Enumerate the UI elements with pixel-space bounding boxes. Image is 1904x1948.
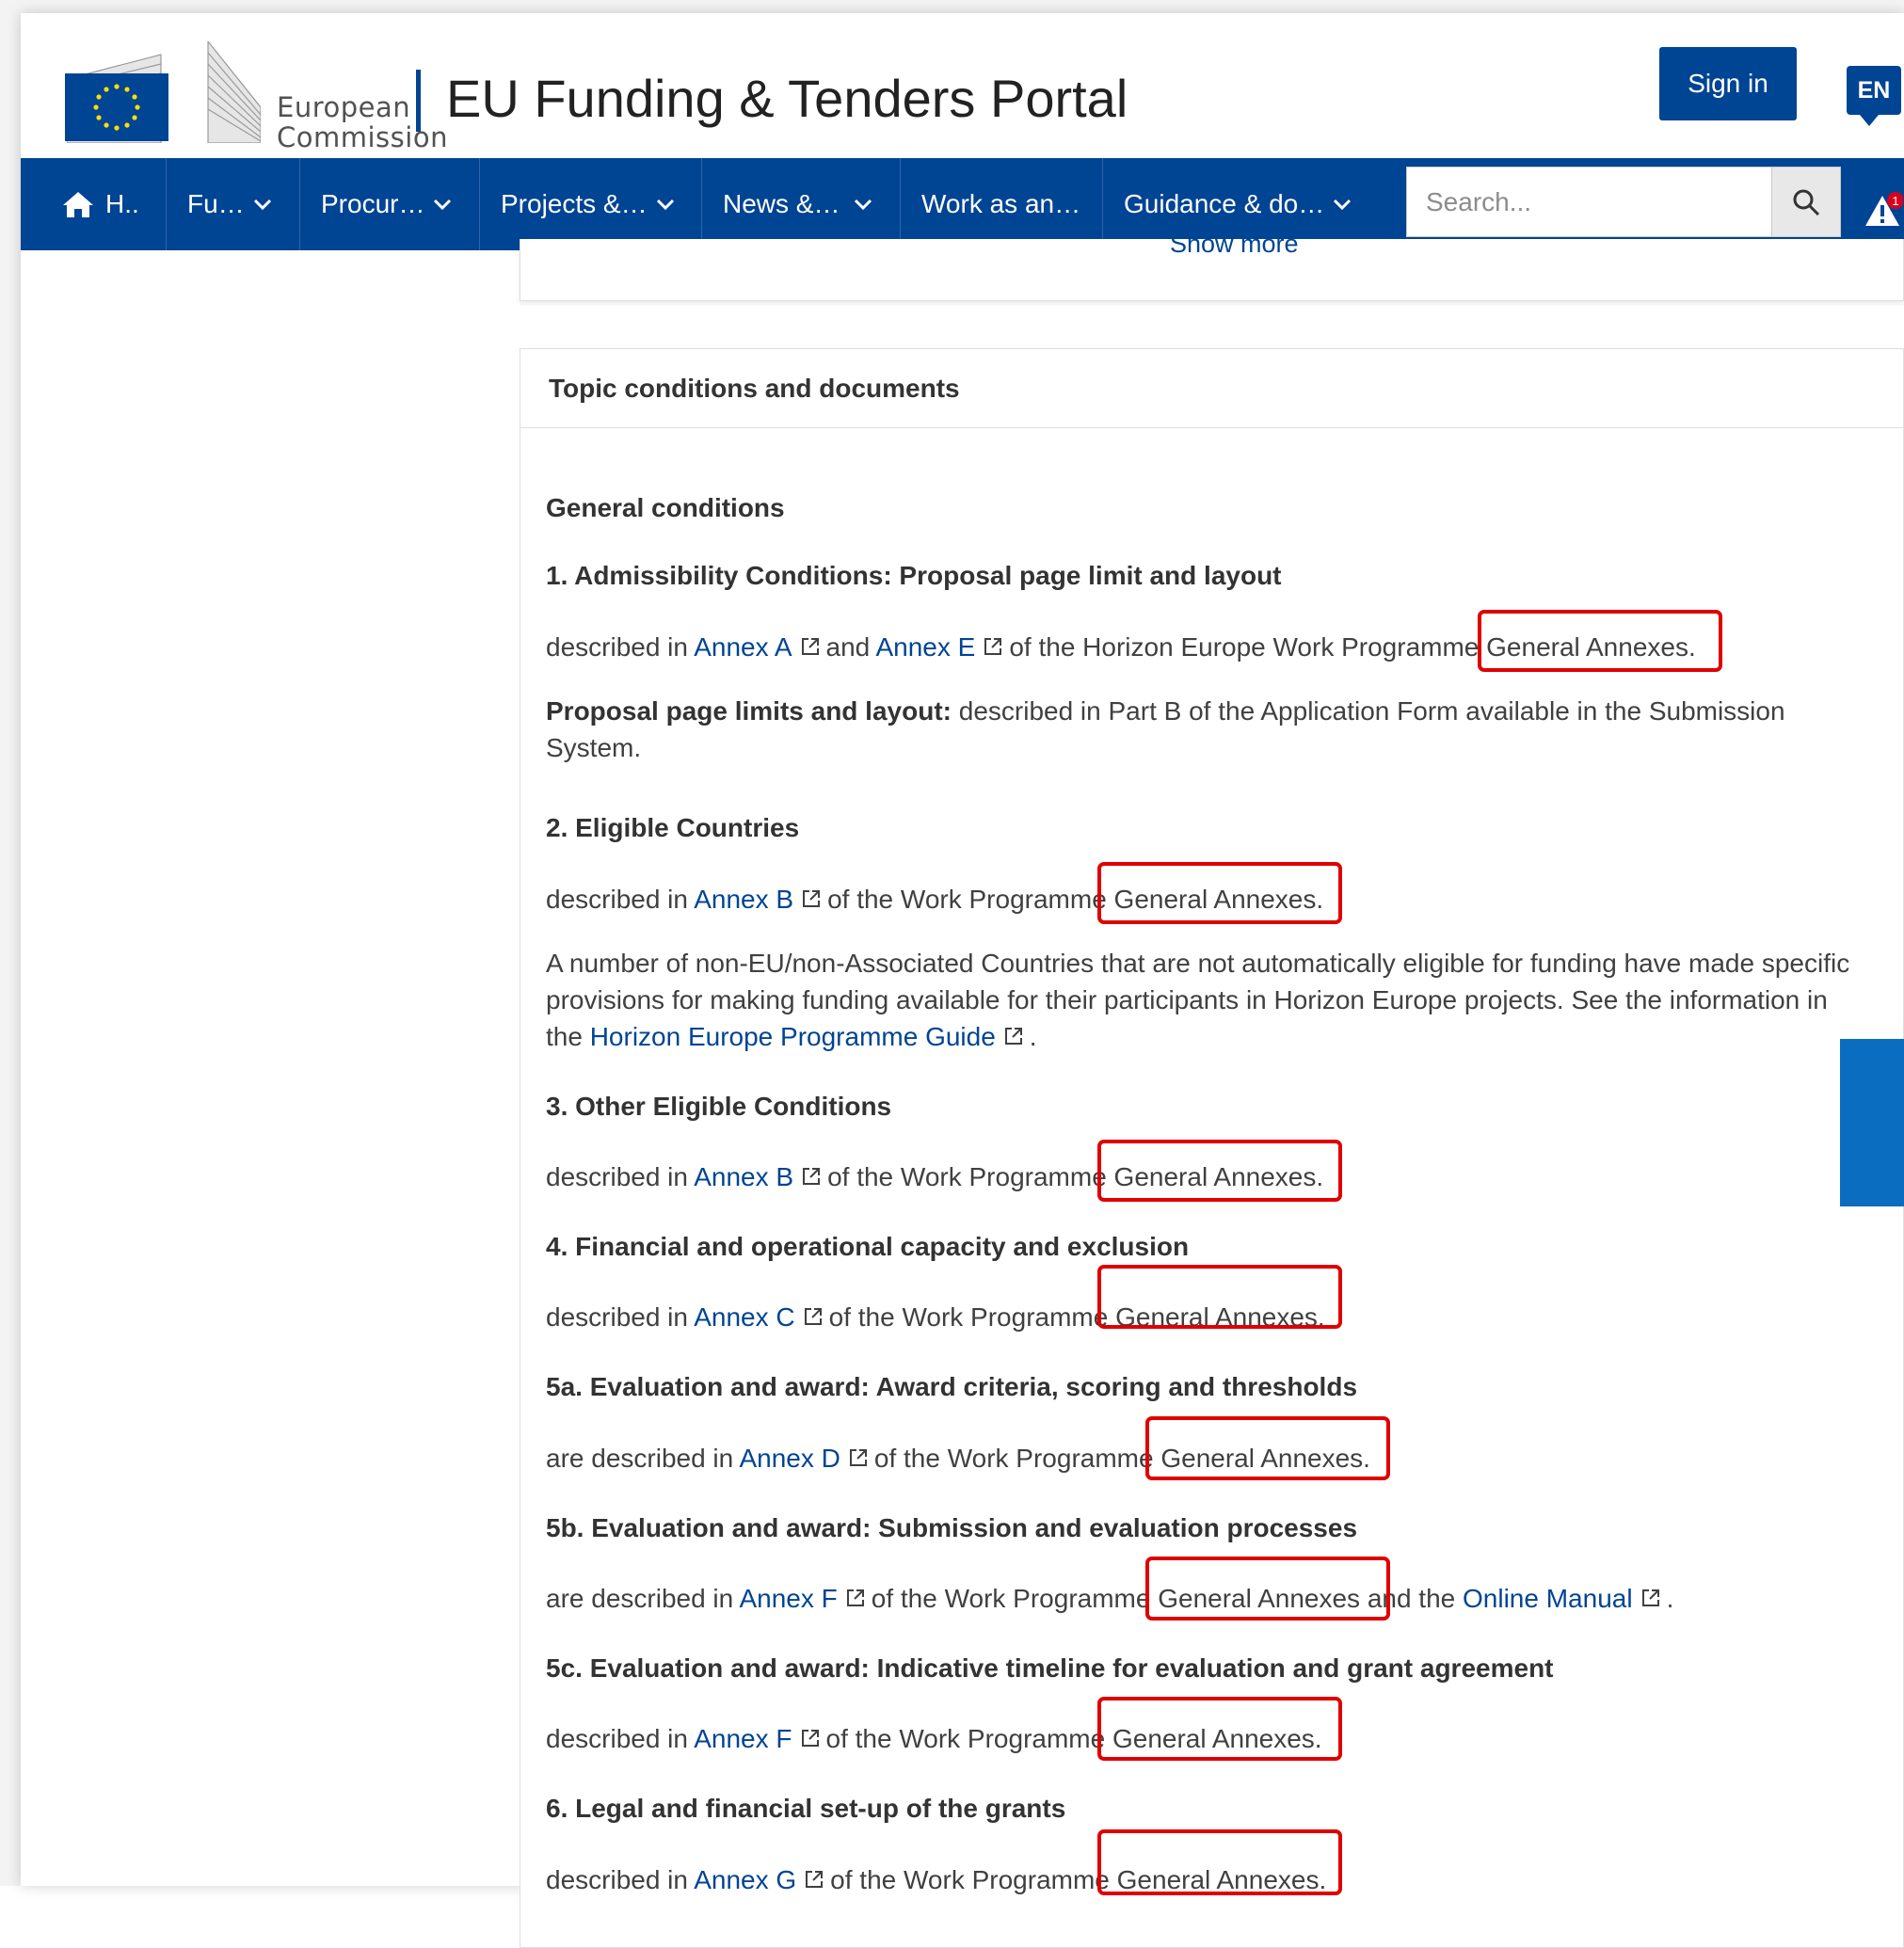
external-link-icon	[806, 1871, 824, 1888]
home-icon	[63, 192, 93, 217]
chevron-down-icon	[656, 199, 674, 211]
page-limits-note: Proposal page limits and layout: describ…	[546, 696, 1785, 727]
description-end: .	[1666, 1584, 1674, 1613]
external-link-icon	[801, 1730, 819, 1747]
external-link-icon	[1641, 1589, 1659, 1606]
search-button[interactable]	[1771, 167, 1841, 237]
highlight-box	[1145, 1416, 1390, 1480]
annex-f-link[interactable]: Annex F	[739, 1584, 837, 1613]
nav-item-guidance-label: Guidance & do…	[1124, 189, 1325, 218]
logo-line-european: European	[277, 91, 411, 123]
search-icon	[1793, 189, 1820, 216]
description-prefix: described in	[546, 632, 695, 662]
section-heading: 3. Other Eligible Conditions	[546, 1092, 892, 1121]
external-link-icon	[846, 1589, 864, 1606]
section-heading: 5c. Evaluation and award: Indicative tim…	[546, 1653, 1554, 1683]
nav-item-funding-label: Fu…	[187, 189, 245, 218]
nav-item-guidance[interactable]: Guidance & do…	[1103, 158, 1367, 250]
section-description: are described in Annex Fof the Work Prog…	[546, 1584, 1673, 1614]
annex-b-link[interactable]: Annex B	[694, 885, 793, 914]
annex-f-link[interactable]: Annex F	[694, 1724, 792, 1753]
nav-item-work-as-expert-label: Work as an…	[921, 189, 1081, 218]
logo-line-commission: Commission	[277, 121, 448, 153]
external-link-icon	[801, 638, 819, 655]
external-link-icon	[849, 1449, 867, 1466]
chevron-down-icon	[253, 199, 271, 211]
annex-a-link[interactable]: Annex A	[694, 632, 792, 662]
description-prefix: described in	[546, 1865, 695, 1894]
alert-count-badge: 1	[1892, 194, 1898, 208]
highlight-box	[1097, 1697, 1342, 1761]
feedback-side-tab[interactable]	[1840, 1039, 1904, 1206]
chevron-down-icon	[434, 199, 452, 211]
eligibility-paragraph-line2: provisions for making funding available …	[546, 985, 1828, 1014]
logo-text: European Commission	[277, 92, 448, 152]
external-link-icon	[984, 638, 1002, 655]
description-prefix: described in	[546, 1724, 695, 1753]
annex-d-link[interactable]: Annex D	[739, 1444, 840, 1473]
european-commission-logo[interactable]: European Commission	[44, 32, 458, 152]
card-title: Topic conditions and documents	[520, 349, 1903, 428]
paragraph-prefix: the	[546, 1022, 590, 1051]
external-link-icon	[1004, 1028, 1022, 1045]
nav-item-projects-label: Projects &…	[501, 189, 648, 218]
nav-item-procurement-label: Procur…	[321, 189, 425, 218]
page-limits-note-line2: System.	[546, 733, 642, 762]
external-link-icon	[803, 890, 821, 907]
nav-item-news[interactable]: News &…	[702, 158, 901, 250]
language-selector[interactable]: EN	[1847, 66, 1901, 126]
description-prefix: are described in	[546, 1584, 740, 1613]
eu-flag-icon	[65, 73, 168, 141]
annex-g-link[interactable]: Annex G	[694, 1865, 796, 1894]
annex-b-link[interactable]: Annex B	[694, 1162, 793, 1191]
eligibility-paragraph-line1: A number of non-EU/non-Associated Countr…	[546, 949, 1850, 978]
section-heading: 4. Financial and operational capacity an…	[546, 1232, 1190, 1261]
section-heading: 1. Admissibility Conditions: Proposal pa…	[546, 561, 1282, 590]
section-heading: 6. Legal and financial set-up of the gra…	[546, 1794, 1066, 1823]
nav-item-home-label: H..	[105, 189, 139, 218]
highlight-box	[1097, 1140, 1342, 1202]
eligibility-paragraph-line3: the Horizon Europe Programme Guide.	[546, 1022, 1037, 1052]
nav-item-work-as-expert[interactable]: Work as an…	[901, 158, 1103, 250]
sign-in-button[interactable]: Sign in	[1659, 47, 1797, 120]
description-prefix: are described in	[546, 1444, 740, 1473]
online-manual-link[interactable]: Online Manual	[1463, 1584, 1633, 1613]
description-prefix: described in	[546, 1162, 695, 1191]
highlight-box	[1478, 610, 1722, 672]
annex-c-link[interactable]: Annex C	[694, 1302, 794, 1332]
nav-item-home[interactable]: H..	[21, 158, 167, 250]
nav-item-procurement[interactable]: Procur…	[300, 158, 480, 250]
external-link-icon	[803, 1168, 821, 1185]
nav-item-funding[interactable]: Fu…	[167, 158, 300, 250]
programme-guide-link[interactable]: Horizon Europe Programme Guide	[590, 1022, 996, 1051]
section-heading: 5a. Evaluation and award: Award criteria…	[546, 1372, 1358, 1401]
alert-icon[interactable]: 1	[1865, 192, 1903, 230]
nav-item-projects[interactable]: Projects &…	[480, 158, 702, 250]
portal-title[interactable]: EU Funding & Tenders Portal	[446, 68, 1128, 129]
highlight-box	[1097, 862, 1342, 924]
show-more-link[interactable]: Show more	[1170, 239, 1299, 259]
chevron-down-icon	[1334, 199, 1352, 211]
page-limits-note-label: Proposal page limits and layout:	[546, 696, 952, 726]
description-prefix: described in	[546, 885, 695, 914]
paragraph-suffix: .	[1029, 1022, 1037, 1051]
logo-divider	[416, 70, 421, 132]
chevron-down-icon	[855, 199, 872, 211]
nav-item-news-label: News &…	[723, 189, 840, 218]
highlight-box	[1097, 1265, 1342, 1329]
section-heading: 2. Eligible Countries	[546, 813, 800, 842]
section-heading: 5b. Evaluation and award: Submission and…	[546, 1513, 1358, 1542]
description-and: and	[825, 632, 871, 662]
general-conditions-heading: General conditions	[546, 493, 785, 522]
site-header: European Commission EU Funding & Tenders…	[21, 13, 1904, 158]
search-input[interactable]: Search...	[1406, 167, 1771, 237]
highlight-box	[1145, 1557, 1390, 1621]
page-limits-note-text: described in Part B of the Application F…	[951, 696, 1785, 726]
previous-card: Show more	[520, 239, 1904, 301]
description-prefix: described in	[546, 1302, 695, 1332]
external-link-icon	[804, 1308, 822, 1325]
annex-e-link[interactable]: Annex E	[875, 632, 975, 662]
browser-viewport: European Commission EU Funding & Tenders…	[21, 13, 1904, 1948]
